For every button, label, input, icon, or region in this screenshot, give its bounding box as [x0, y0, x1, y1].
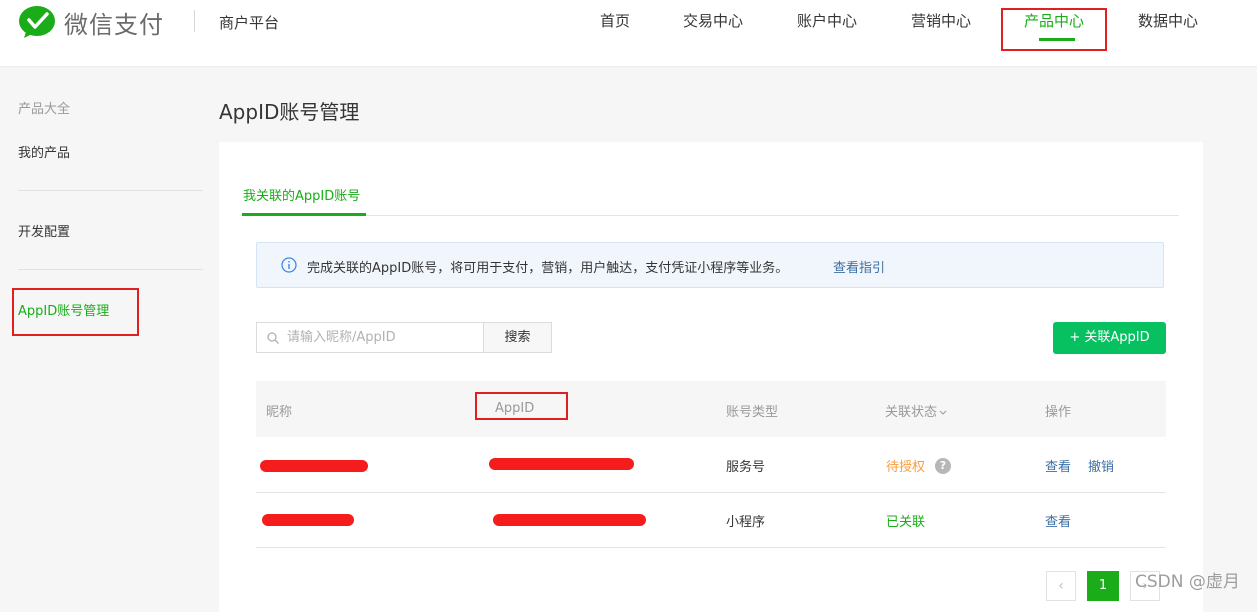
wechat-pay-logo[interactable]: 微信支付: [18, 5, 164, 39]
info-icon: [281, 257, 297, 273]
page-title: AppID账号管理: [219, 100, 360, 124]
help-icon[interactable]: ?: [935, 458, 951, 474]
nav-marketing-center[interactable]: 营销中心: [911, 10, 971, 31]
tab-linked-appid[interactable]: 我关联的AppID账号: [243, 185, 360, 204]
nav-home[interactable]: 首页: [600, 10, 630, 31]
highlight-box-appid-management: [12, 288, 139, 336]
sidebar-item-dev-config[interactable]: 开发配置: [18, 221, 70, 240]
redacted-appid: [489, 458, 634, 470]
column-header-link-status-label: 关联状态: [885, 405, 938, 420]
sidebar-divider: [18, 190, 203, 191]
nav-trade-center[interactable]: 交易中心: [683, 10, 743, 31]
tab-bar-line: [242, 215, 1179, 216]
view-link[interactable]: 查看: [1045, 511, 1071, 530]
column-header-actions: 操作: [1045, 405, 1072, 420]
redacted-nickname: [260, 460, 368, 472]
redacted-nickname: [262, 514, 354, 526]
logo-text: 微信支付: [64, 10, 164, 39]
watermark: CSDN @虚月: [1135, 572, 1240, 592]
table-header: 昵称 AppID 账号类型 关联状态 操作: [256, 381, 1166, 437]
column-header-account-type: 账号类型: [726, 405, 779, 420]
account-type: 小程序: [726, 515, 766, 530]
sidebar-item-my-products[interactable]: 我的产品: [18, 142, 70, 161]
chevron-down-icon: [939, 410, 947, 415]
search-input[interactable]: [287, 323, 477, 352]
sidebar-divider: [18, 269, 203, 270]
table-row: 小程序 已关联 查看: [256, 492, 1166, 548]
nav-data-center[interactable]: 数据中心: [1138, 10, 1198, 31]
logo-separator: [194, 10, 195, 32]
nav-account-center[interactable]: 账户中心: [797, 10, 857, 31]
account-type: 服务号: [726, 460, 766, 475]
view-link[interactable]: 查看: [1045, 456, 1071, 475]
column-header-nickname: 昵称: [266, 405, 293, 420]
info-notice: 完成关联的AppID账号，将可用于支付，营销，用户触达，支付凭证小程序等业务。 …: [256, 242, 1164, 288]
redacted-appid: [493, 514, 646, 526]
platform-name: 商户平台: [219, 14, 280, 32]
view-guide-link[interactable]: 查看指引: [833, 257, 885, 276]
table-row: 服务号 待授权 ? 查看 撤销: [256, 437, 1166, 493]
search-box: [256, 322, 484, 353]
sidebar-group-title: 产品大全: [18, 102, 71, 117]
highlight-box-appid-column: [475, 392, 568, 420]
column-header-link-status[interactable]: 关联状态: [885, 401, 947, 420]
notice-text: 完成关联的AppID账号，将可用于支付，营销，用户触达，支付凭证小程序等业务。: [307, 261, 789, 276]
wechat-pay-logo-icon: [19, 6, 55, 38]
revoke-link[interactable]: 撤销: [1088, 456, 1114, 475]
link-status: 已关联: [886, 515, 926, 530]
search-icon: [267, 332, 279, 344]
search-button[interactable]: 搜索: [483, 322, 552, 353]
highlight-box-product-center: [1001, 8, 1107, 51]
tab-active-underline: [242, 213, 366, 216]
add-appid-button[interactable]: + 关联AppID: [1053, 322, 1166, 354]
link-status: 待授权: [886, 460, 926, 475]
